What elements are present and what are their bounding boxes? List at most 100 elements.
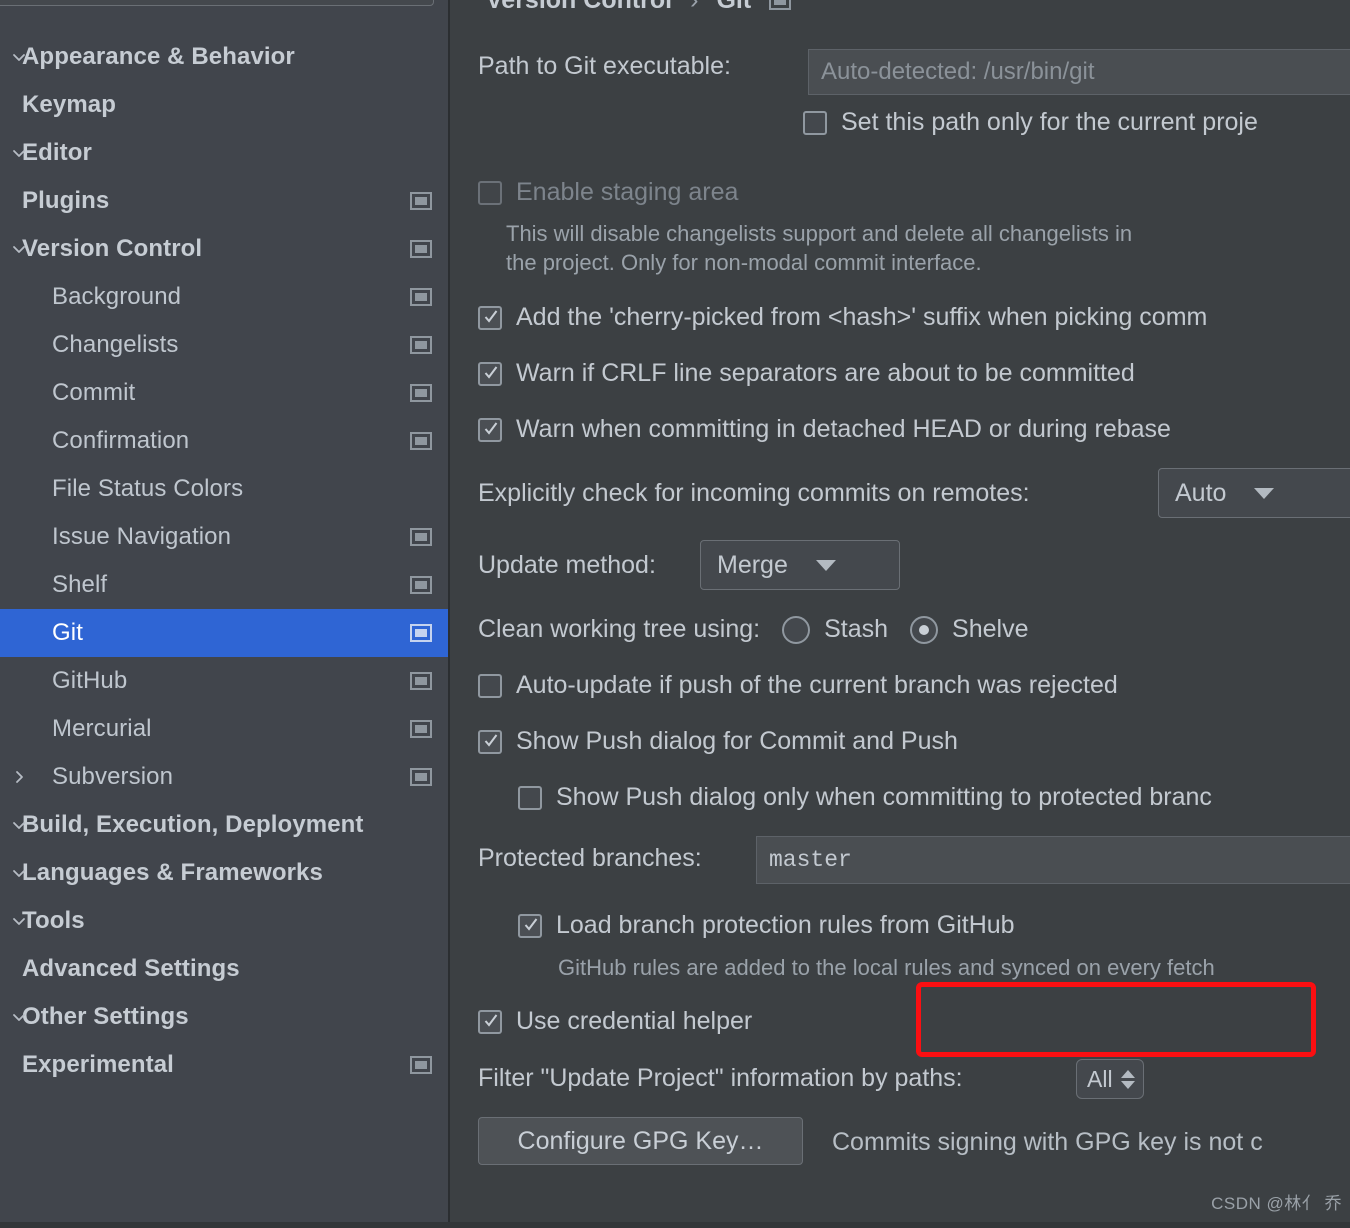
chevron-right-icon[interactable] (0, 768, 38, 786)
sidebar-item-commit[interactable]: Commit (0, 369, 450, 417)
warn-detached-head-checkbox[interactable] (478, 417, 502, 442)
protected-branches-input[interactable]: master (756, 836, 1350, 884)
chevron-down-icon[interactable] (0, 864, 38, 882)
protected-branches-value: master (769, 847, 852, 873)
chevron-down-icon[interactable] (0, 144, 38, 162)
use-credential-helper-label: Use credential helper (516, 1007, 753, 1035)
sidebar-item-github[interactable]: GitHub (0, 657, 450, 705)
sidebar-item-label: GitHub (52, 667, 128, 694)
copy-settings-icon[interactable] (410, 1056, 432, 1074)
chevron-down-icon[interactable] (0, 1008, 38, 1026)
sidebar-item-label: Git (52, 619, 83, 646)
sidebar-item-shelf[interactable]: Shelf (0, 561, 450, 609)
copy-settings-icon[interactable] (410, 528, 432, 546)
show-push-dialog-protected-row[interactable]: Show Push dialog only when committing to… (518, 783, 1212, 812)
clean-working-tree-option-stash[interactable]: Stash (782, 615, 888, 644)
clean-working-tree-option-shelve[interactable]: Shelve (910, 615, 1028, 644)
check-icon (484, 1013, 498, 1027)
update-method-dropdown[interactable]: Merge (700, 540, 900, 590)
gpg-status-text: Commits signing with GPG key is not c (832, 1128, 1263, 1156)
copy-settings-icon[interactable] (769, 0, 792, 10)
sidebar-item-issue-navigation[interactable]: Issue Navigation (0, 513, 450, 561)
sidebar-item-label: Background (52, 283, 182, 310)
copy-settings-icon[interactable] (410, 624, 432, 642)
set-path-current-project-row[interactable]: Set this path only for the current proje (803, 108, 1258, 137)
sidebar-item-advanced-settings[interactable]: Advanced Settings (0, 945, 450, 993)
sidebar-item-version-control[interactable]: Version Control (0, 225, 450, 273)
copy-settings-icon[interactable] (410, 336, 432, 354)
filter-update-project-label-row: Filter "Update Project" information by p… (478, 1064, 963, 1093)
path-to-git-input[interactable]: Auto-detected: /usr/bin/git (808, 49, 1350, 95)
use-credential-helper-row[interactable]: Use credential helper (478, 1007, 752, 1036)
copy-settings-icon[interactable] (410, 768, 432, 786)
sidebar-item-background[interactable]: Background (0, 273, 450, 321)
sidebar-item-keymap[interactable]: Keymap (0, 81, 450, 129)
update-method-label-row: Update method: (478, 551, 656, 580)
sidebar-item-subversion[interactable]: Subversion (0, 753, 450, 801)
incoming-commits-label: Explicitly check for incoming commits on… (478, 479, 1030, 507)
copy-settings-icon[interactable] (410, 672, 432, 690)
copy-settings-icon[interactable] (410, 288, 432, 306)
copy-settings-icon[interactable] (410, 240, 432, 258)
load-branch-protection-checkbox[interactable] (518, 913, 542, 938)
sidebar-item-git[interactable]: Git (0, 609, 450, 657)
sidebar-item-languages-frameworks[interactable]: Languages & Frameworks (0, 849, 450, 897)
check-icon (484, 309, 498, 323)
staging-hint-line-2: the project. Only for non-modal commit i… (506, 250, 982, 276)
sidebar-item-tools[interactable]: Tools (0, 897, 450, 945)
shelve-radio[interactable] (910, 615, 939, 644)
cherry-picked-suffix-checkbox[interactable] (478, 305, 502, 330)
sidebar-item-label: Commit (52, 379, 136, 406)
sidebar-item-mercurial[interactable]: Mercurial (0, 705, 450, 753)
enable-staging-area-checkbox[interactable] (478, 180, 502, 205)
show-push-dialog-protected-checkbox[interactable] (518, 785, 542, 810)
sidebar-item-label: Plugins (22, 187, 110, 214)
filter-update-project-stepper[interactable]: All (1076, 1059, 1144, 1099)
use-credential-helper-checkbox[interactable] (478, 1009, 502, 1034)
sidebar-item-editor[interactable]: Editor (0, 129, 450, 177)
configure-gpg-key-label: Configure GPG Key… (517, 1126, 764, 1155)
chevron-down-icon[interactable] (0, 240, 38, 258)
chevron-down-icon[interactable] (0, 912, 38, 930)
sidebar-item-other-settings[interactable]: Other Settings (0, 993, 450, 1041)
warn-crlf-row[interactable]: Warn if CRLF line separators are about t… (478, 359, 1135, 388)
load-branch-protection-row[interactable]: Load branch protection rules from GitHub (518, 911, 1015, 940)
stash-radio[interactable] (782, 615, 811, 644)
show-push-dialog-checkbox[interactable] (478, 729, 502, 754)
sidebar-item-appearance-behavior[interactable]: Appearance & Behavior (0, 33, 450, 81)
settings-search-input[interactable] (0, 0, 434, 6)
breadcrumb-parent[interactable]: Version Control (486, 0, 672, 15)
show-push-dialog-row[interactable]: Show Push dialog for Commit and Push (478, 727, 958, 756)
stepper-arrows-icon[interactable] (1120, 1069, 1135, 1089)
path-to-git-label: Path to Git executable: (478, 52, 731, 80)
warn-crlf-checkbox[interactable] (478, 361, 502, 386)
set-path-current-project-checkbox[interactable] (803, 110, 827, 135)
sidebar-item-experimental[interactable]: Experimental (0, 1041, 450, 1089)
copy-settings-icon[interactable] (410, 192, 432, 210)
show-push-dialog-protected-label: Show Push dialog only when committing to… (556, 783, 1212, 811)
cherry-picked-suffix-row[interactable]: Add the 'cherry-picked from <hash>' suff… (478, 303, 1207, 332)
sidebar-item-file-status-colors[interactable]: File Status Colors (0, 465, 450, 513)
sidebar-item-confirmation[interactable]: Confirmation (0, 417, 450, 465)
copy-settings-icon[interactable] (410, 720, 432, 738)
cherry-picked-suffix-label: Add the 'cherry-picked from <hash>' suff… (516, 303, 1208, 331)
warn-detached-head-row[interactable]: Warn when committing in detached HEAD or… (478, 415, 1171, 444)
copy-settings-icon[interactable] (410, 384, 432, 402)
load-branch-protection-label: Load branch protection rules from GitHub (556, 911, 1015, 939)
sidebar-item-changelists[interactable]: Changelists (0, 321, 450, 369)
protected-branches-label-row: Protected branches: (478, 844, 702, 873)
staging-hint-text-2: the project. Only for non-modal commit i… (506, 250, 982, 275)
sidebar-item-label: Confirmation (52, 427, 190, 454)
chevron-down-icon[interactable] (0, 48, 38, 66)
github-rules-hint-row: GitHub rules are added to the local rule… (558, 955, 1215, 981)
incoming-commits-dropdown[interactable]: Auto (1158, 468, 1350, 518)
sidebar-item-build-execution-deployment[interactable]: Build, Execution, Deployment (0, 801, 450, 849)
auto-update-push-rejected-checkbox[interactable] (478, 673, 502, 698)
chevron-down-icon[interactable] (0, 816, 38, 834)
copy-settings-icon[interactable] (410, 576, 432, 594)
sidebar-item-plugins[interactable]: Plugins (0, 177, 450, 225)
auto-update-push-rejected-row[interactable]: Auto-update if push of the current branc… (478, 671, 1118, 700)
copy-settings-icon[interactable] (410, 432, 432, 450)
configure-gpg-key-button[interactable]: Configure GPG Key… (478, 1117, 803, 1165)
enable-staging-area-row[interactable]: Enable staging area (478, 178, 738, 207)
